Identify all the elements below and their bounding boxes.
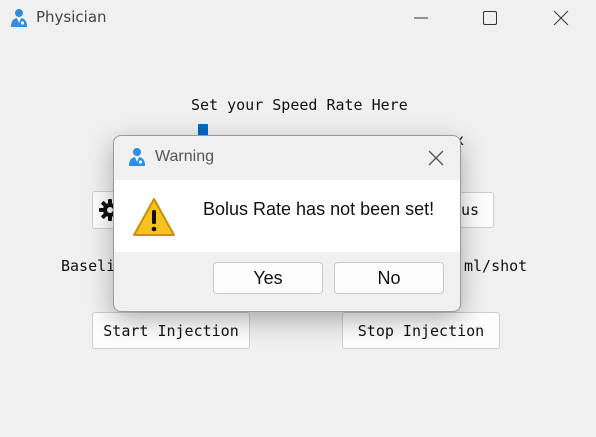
minimize-icon xyxy=(414,17,428,19)
window-titlebar: Physician xyxy=(0,0,596,36)
speed-rate-label: Set your Speed Rate Here xyxy=(191,96,408,114)
close-button[interactable] xyxy=(538,0,584,36)
maximize-icon xyxy=(483,11,497,25)
bolus-button-label: us xyxy=(460,201,479,219)
close-icon xyxy=(428,150,444,166)
warning-icon xyxy=(132,197,176,237)
start-injection-label: Start Injection xyxy=(103,321,239,340)
physician-icon xyxy=(10,8,28,28)
stop-injection-label: Stop Injection xyxy=(357,321,485,340)
window-title: Physician xyxy=(36,8,107,26)
dialog-titlebar: Warning xyxy=(114,136,460,180)
minimize-button[interactable] xyxy=(398,0,444,36)
no-button-label: No xyxy=(377,267,401,288)
bolus-unit-label: ml/shot xyxy=(464,257,528,275)
baseline-label: Baseli xyxy=(61,257,116,275)
stop-injection-button[interactable]: Stop Injection xyxy=(342,312,500,349)
warning-dialog: Warning Bolus Rate has not been set! Yes… xyxy=(113,135,461,312)
yes-button[interactable]: Yes xyxy=(213,262,323,294)
dialog-title: Warning xyxy=(155,148,214,165)
maximize-button[interactable] xyxy=(467,0,513,36)
dialog-message-area: Bolus Rate has not been set! xyxy=(114,180,460,252)
start-injection-button[interactable]: Start Injection xyxy=(92,312,250,349)
dialog-close-button[interactable] xyxy=(420,146,452,170)
close-icon xyxy=(553,10,569,26)
no-button[interactable]: No xyxy=(334,262,444,294)
dialog-message: Bolus Rate has not been set! xyxy=(203,199,435,219)
yes-button-label: Yes xyxy=(253,267,283,288)
physician-icon xyxy=(128,147,146,167)
